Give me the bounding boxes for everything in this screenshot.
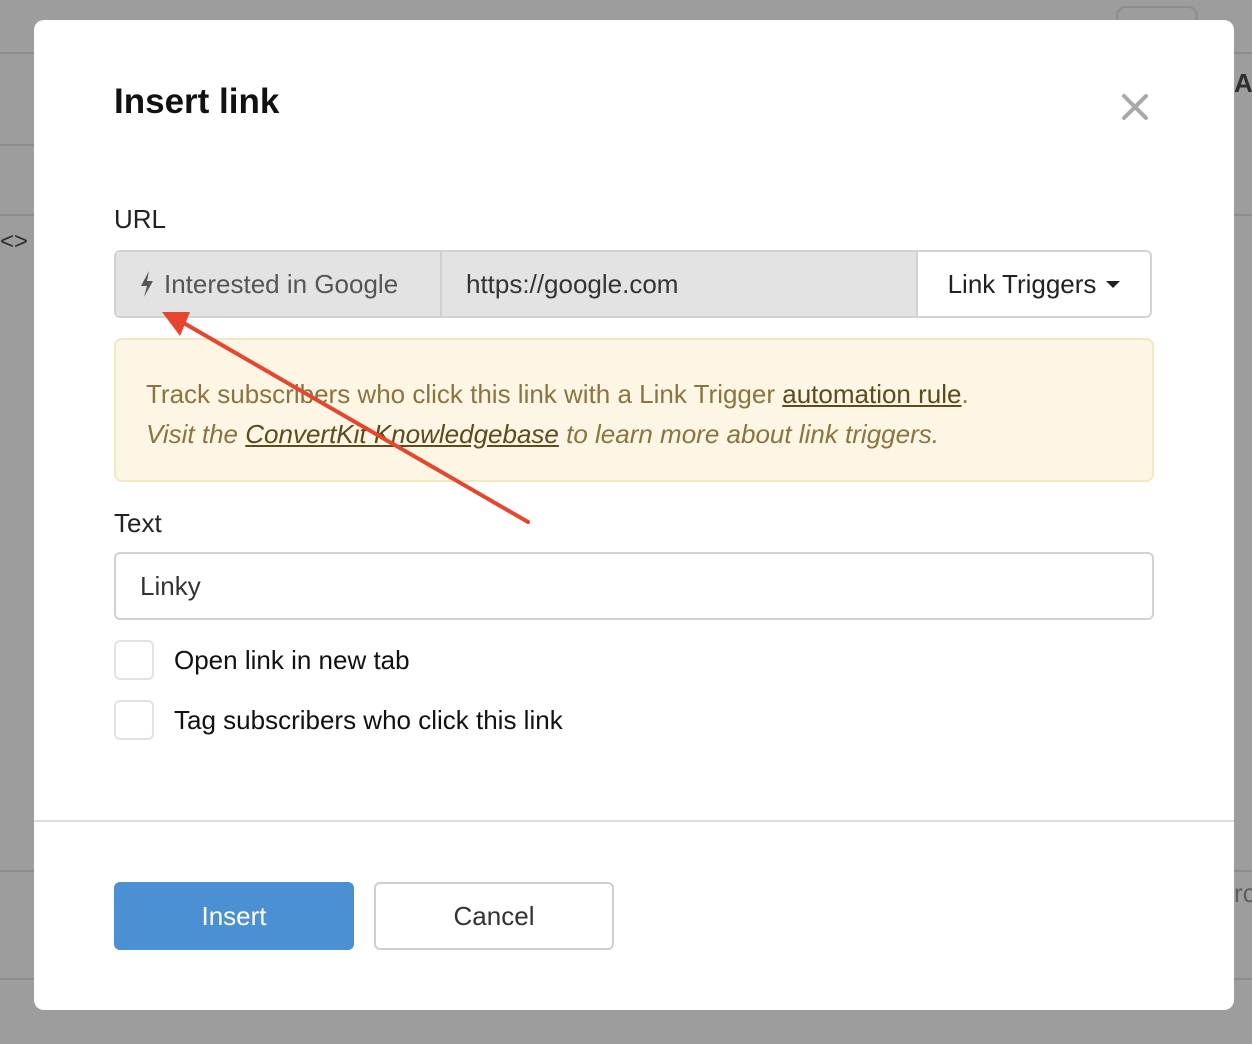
notice-text: Visit the	[146, 419, 246, 449]
cancel-button[interactable]: Cancel	[374, 882, 614, 950]
background-divider	[0, 870, 34, 872]
automation-rule-link[interactable]: automation rule	[782, 379, 961, 409]
background-divider	[0, 978, 34, 980]
open-new-tab-label: Open link in new tab	[174, 644, 410, 675]
lightning-bolt-icon	[141, 271, 153, 297]
notice-text: Track subscribers who click this link wi…	[146, 379, 783, 409]
knowledgebase-link[interactable]: ConvertKit Knowledgebase	[245, 419, 559, 449]
link-trigger-addon[interactable]: Interested in Google	[116, 252, 442, 316]
open-new-tab-checkbox[interactable]	[114, 640, 154, 680]
background-label: A	[1234, 68, 1252, 98]
background-divider	[0, 214, 34, 216]
url-input-group: Interested in Google Link Triggers	[114, 250, 1152, 318]
background-divider	[0, 144, 34, 146]
notice-line-2: Visit the ConvertKit Knowledgebase to le…	[146, 414, 1122, 454]
insert-link-modal: Insert link URL Interested in Google Lin…	[34, 20, 1234, 1010]
background-divider	[0, 52, 34, 54]
close-icon	[1122, 94, 1148, 120]
open-new-tab-option[interactable]: Open link in new tab	[114, 640, 410, 680]
url-input[interactable]	[442, 252, 916, 316]
insert-button[interactable]: Insert	[114, 882, 354, 950]
link-trigger-notice: Track subscribers who click this link wi…	[114, 338, 1154, 482]
text-label: Text	[114, 508, 162, 538]
notice-text: .	[961, 379, 969, 409]
modal-title: Insert link	[114, 82, 280, 121]
url-label: URL	[114, 204, 167, 234]
link-trigger-name: Interested in Google	[164, 268, 399, 299]
footer-divider	[34, 820, 1234, 822]
close-button[interactable]	[1118, 90, 1152, 124]
tag-subscribers-checkbox[interactable]	[114, 700, 154, 740]
tag-subscribers-option[interactable]: Tag subscribers who click this link	[114, 700, 563, 740]
tag-subscribers-label: Tag subscribers who click this link	[174, 704, 563, 735]
code-view-icon: <>	[0, 228, 29, 255]
notice-text: to learn more about link triggers.	[558, 419, 939, 449]
notice-line-1: Track subscribers who click this link wi…	[146, 374, 1122, 414]
background-divider	[1234, 870, 1252, 872]
background-divider	[1234, 978, 1252, 980]
link-triggers-dropdown[interactable]: Link Triggers	[916, 252, 1150, 316]
background-divider	[1234, 214, 1252, 216]
caret-down-icon	[1106, 280, 1121, 288]
background-label: rc	[1234, 878, 1252, 908]
link-text-input[interactable]	[114, 552, 1154, 620]
background-divider	[1234, 52, 1252, 54]
link-triggers-label: Link Triggers	[947, 268, 1097, 299]
